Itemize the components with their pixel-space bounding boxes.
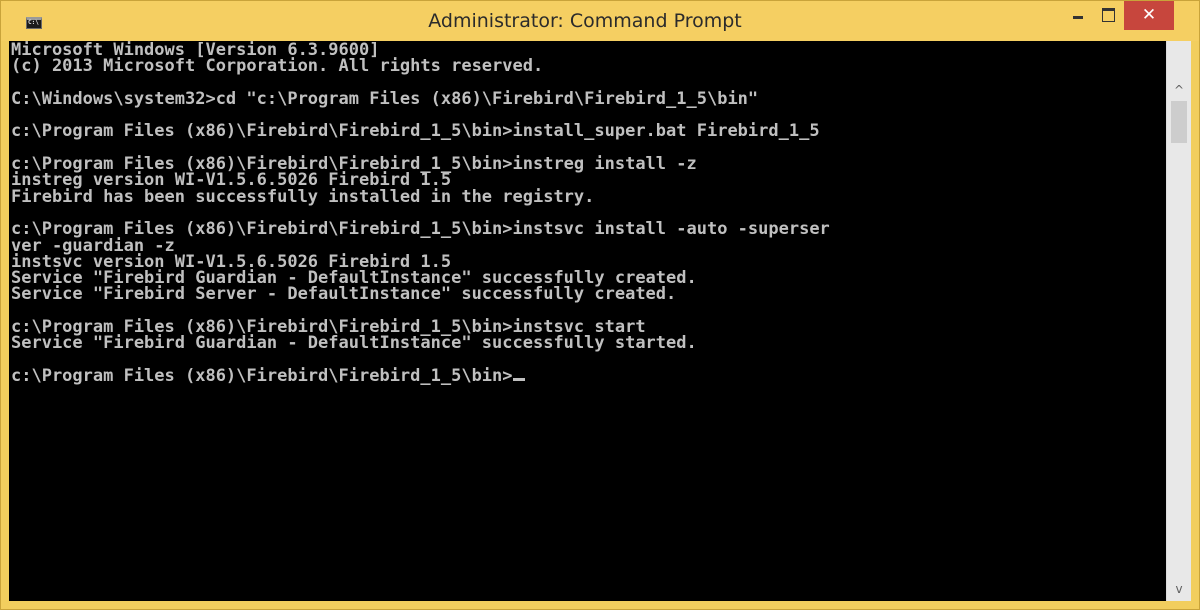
minimize-button[interactable]	[1063, 1, 1093, 30]
window-title: Administrator: Command Prompt	[428, 10, 742, 32]
console-line: Service "Firebird Server - DefaultInstan…	[11, 284, 677, 305]
command-prompt-window: Administrator: Command Prompt ✕ Microsof…	[0, 0, 1200, 610]
close-button[interactable]: ✕	[1124, 1, 1174, 30]
console-line: (c) 2013 Microsoft Corporation. All righ…	[11, 56, 544, 77]
scroll-thumb[interactable]	[1171, 101, 1187, 143]
console-line: c:\Program Files (x86)\Firebird\Firebird…	[11, 121, 820, 142]
title-bar[interactable]: Administrator: Command Prompt ✕	[1, 1, 1199, 41]
console-line: c:\Program Files (x86)\Firebird\Firebird…	[11, 367, 1166, 385]
scroll-up-arrow-icon[interactable]: ^	[1167, 79, 1191, 101]
console-line: C:\Windows\system32>cd "c:\Program Files…	[11, 88, 759, 109]
console-output[interactable]: Microsoft Windows [Version 6.3.9600] (c) …	[9, 41, 1166, 601]
console-line: Service "Firebird Guardian - DefaultInst…	[11, 333, 697, 354]
maximize-button[interactable]	[1093, 1, 1123, 30]
scroll-down-arrow-icon[interactable]: v	[1167, 578, 1191, 600]
vertical-scrollbar[interactable]: ^ v	[1166, 41, 1191, 601]
text-cursor	[512, 377, 525, 381]
console-line: Firebird has been successfully installed…	[11, 186, 595, 207]
console-text: Microsoft Windows [Version 6.3.9600] (c) …	[9, 41, 1166, 384]
console-line: c:\Program Files (x86)\Firebird\Firebird…	[11, 219, 830, 240]
